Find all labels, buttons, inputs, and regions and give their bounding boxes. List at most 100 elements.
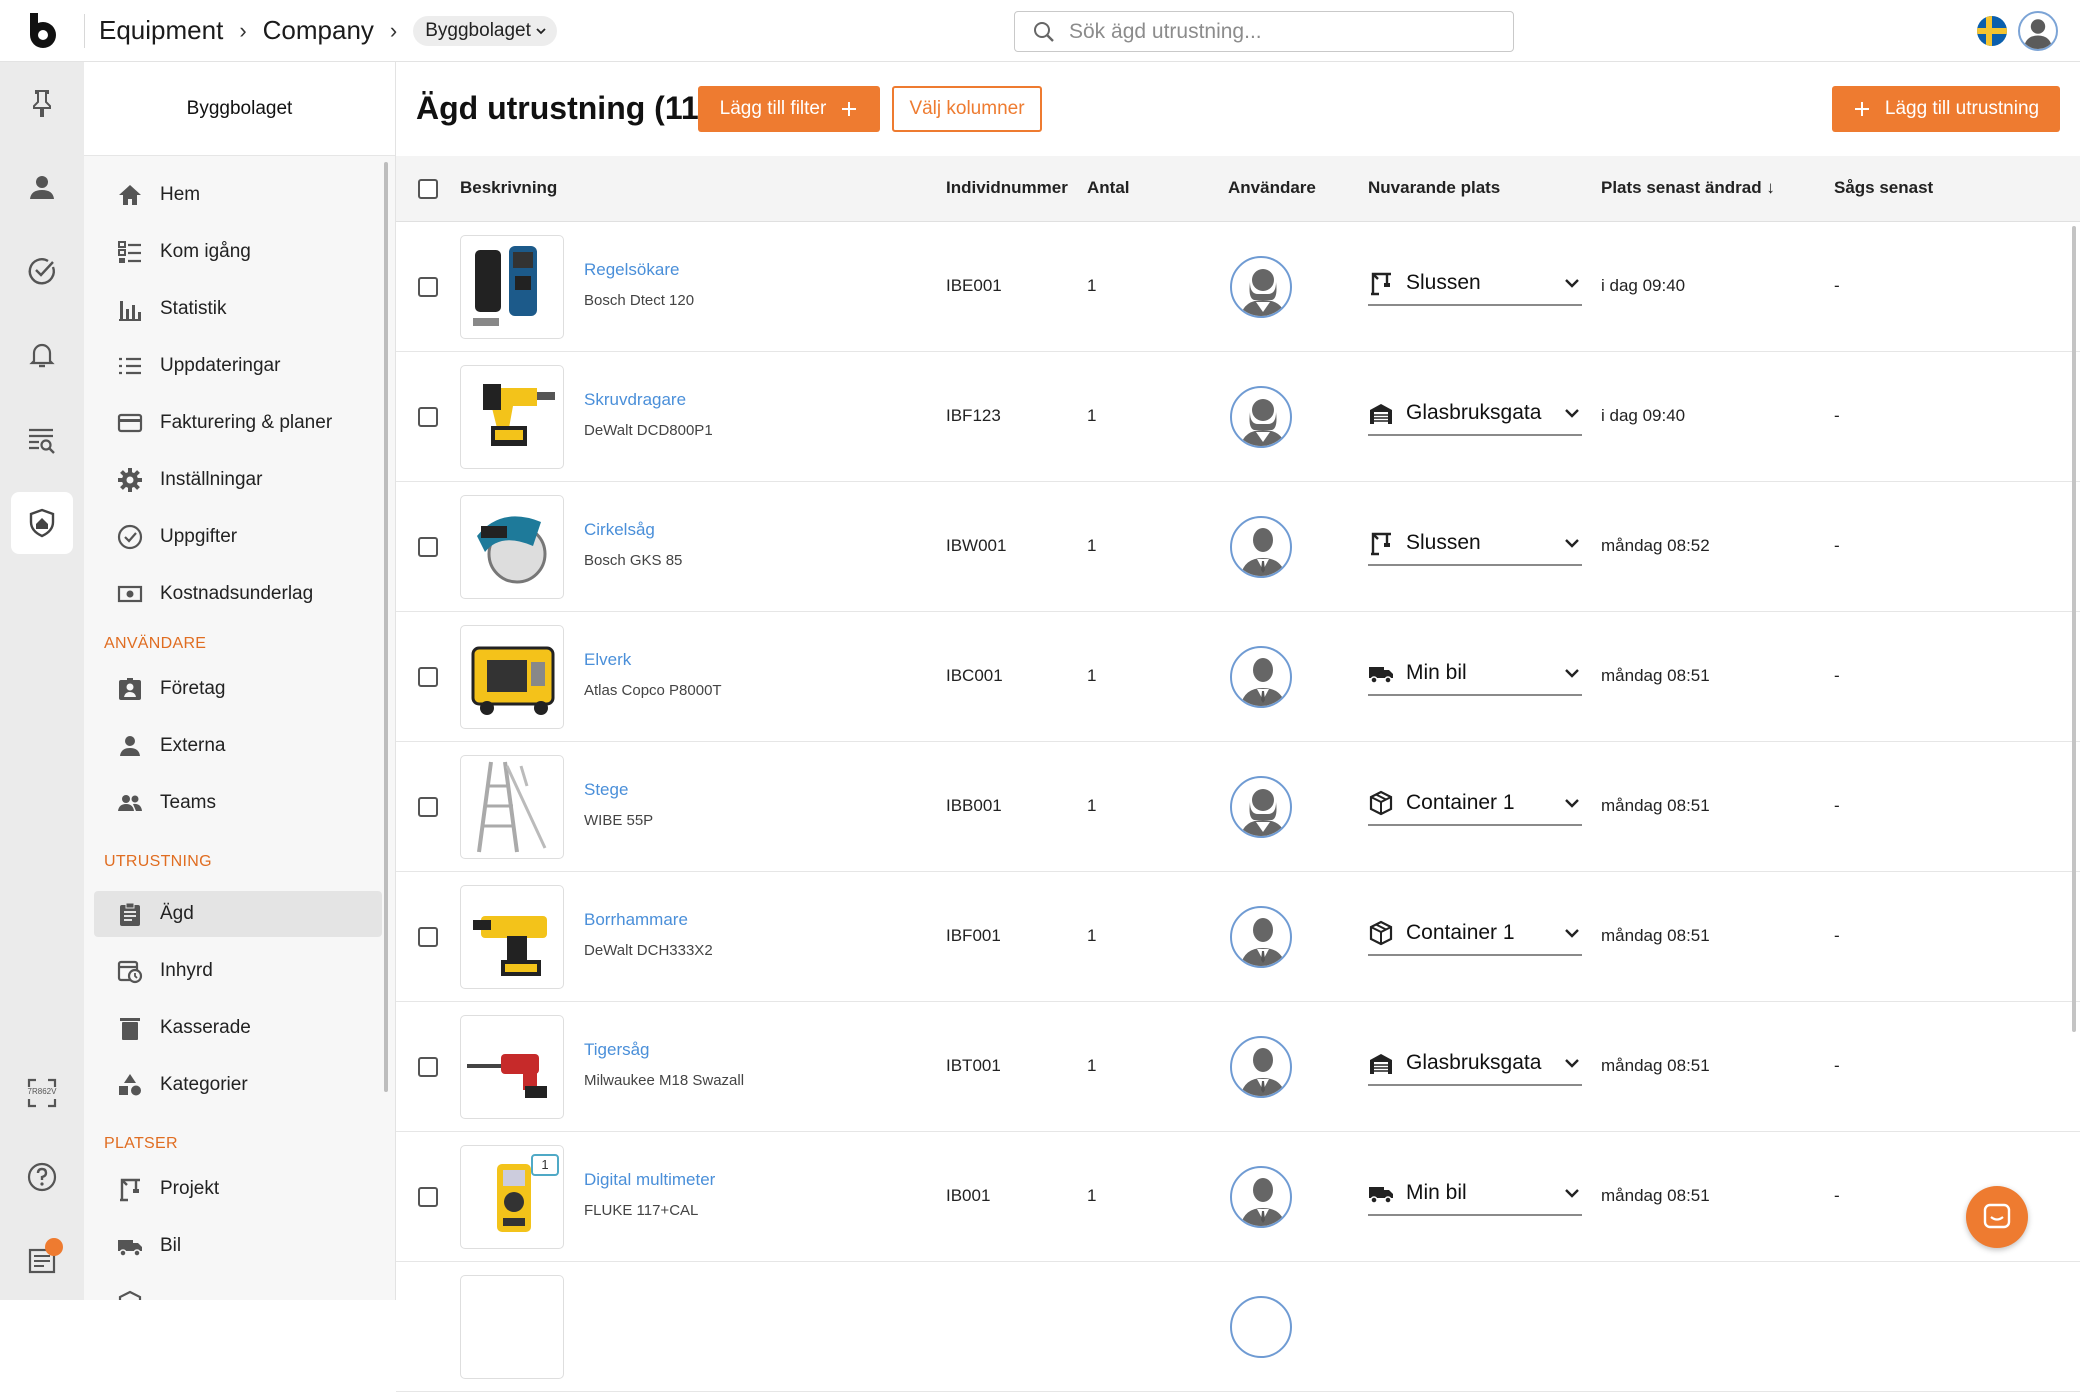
equipment-thumbnail[interactable] [460,235,564,339]
sweden-flag-icon[interactable] [1977,16,2007,46]
sidebar-item-statistik[interactable]: Statistik [94,286,382,332]
equipment-name-link[interactable]: Borrhammare [584,910,688,930]
assigned-user-avatar[interactable] [1230,1296,1292,1358]
assigned-user-avatar[interactable] [1230,386,1292,448]
main-scrollbar[interactable] [2072,226,2076,1032]
equipment-name-link[interactable]: Stege [584,780,628,800]
sidebar-scrollbar[interactable] [384,162,388,1092]
help-button[interactable] [11,1146,73,1208]
equipment-name-link[interactable]: Tigersåg [584,1040,650,1060]
equipment-name-link[interactable]: Skruvdragare [584,390,686,410]
notifications-button[interactable] [11,324,73,386]
sidebar-item-teams[interactable]: Teams [94,780,382,826]
breadcrumb-equipment[interactable]: Equipment [99,15,223,46]
search-list-button[interactable] [11,408,73,470]
location-select[interactable]: Glasbruksgata [1368,1042,1582,1086]
column-header-serial[interactable]: Individnummer [946,178,1068,198]
assigned-user-avatar[interactable] [1230,906,1292,968]
equipment-thumbnail[interactable] [460,1275,564,1379]
profile-button[interactable] [11,156,73,218]
equipment-model: Bosch Dtect 120 [584,292,695,309]
table-row[interactable]: 1 Digital multimeter FLUKE 117+CAL IB001… [396,1132,2080,1262]
row-checkbox[interactable] [418,797,438,817]
sidebar-item-partial[interactable] [94,1280,382,1300]
sidebar-item-externa[interactable]: Externa [94,723,382,769]
table-row[interactable]: Regelsökare Bosch Dtect 120 IBE001 1 Slu… [396,222,2080,352]
table-row[interactable]: Borrhammare DeWalt DCH333X2 IBF001 1 Con… [396,872,2080,1002]
sidebar-item-uppgifter[interactable]: Uppgifter [94,514,382,560]
equipment-thumbnail[interactable] [460,495,564,599]
equipment-thumbnail[interactable] [460,625,564,729]
pin-button[interactable] [11,72,73,134]
column-header-count[interactable]: Antal [1087,178,1130,198]
location-select[interactable]: Container 1 [1368,782,1582,826]
equipment-thumbnail[interactable]: 1 [460,1145,564,1249]
row-checkbox[interactable] [418,1057,438,1077]
row-checkbox[interactable] [418,927,438,947]
equipment-thumbnail[interactable] [460,755,564,859]
chat-button[interactable] [1966,1186,2028,1248]
equipment-thumbnail[interactable] [460,1015,564,1119]
sidebar-item-kategorier[interactable]: Kategorier [94,1062,382,1108]
location-select[interactable]: Slussen [1368,522,1582,566]
equipment-button[interactable] [11,492,73,554]
row-checkbox[interactable] [418,1187,438,1207]
sidebar-item-projekt[interactable]: Projekt [94,1166,382,1212]
equipment-name-link[interactable]: Regelsökare [584,260,679,280]
equipment-name-link[interactable]: Cirkelsåg [584,520,655,540]
column-header-location[interactable]: Nuvarande plats [1368,178,1500,198]
column-header-last-seen[interactable]: Sågs senast [1834,178,1933,198]
table-row[interactable]: Elverk Atlas Copco P8000T IBC001 1 Min b… [396,612,2080,742]
equipment-name-link[interactable]: Digital multimeter [584,1170,715,1190]
location-select[interactable]: Container 1 [1368,912,1582,956]
table-row[interactable]: Skruvdragare DeWalt DCD800P1 IBF123 1 Gl… [396,352,2080,482]
row-checkbox[interactable] [418,407,438,427]
add-equipment-button[interactable]: Lägg till utrustning [1832,86,2060,132]
assigned-user-avatar[interactable] [1230,776,1292,838]
sidebar-item-foretag[interactable]: Företag [94,666,382,712]
column-header-location-changed[interactable]: Plats senast ändrad ↓ [1601,178,1775,198]
sidebar-item-inhyrd[interactable]: Inhyrd [94,948,382,994]
row-checkbox[interactable] [418,667,438,687]
sidebar-item-fakturering[interactable]: Fakturering & planer [94,400,382,446]
location-select[interactable]: Slussen [1368,262,1582,306]
sidebar-item-kasserade[interactable]: Kasserade [94,1005,382,1051]
row-checkbox[interactable] [418,537,438,557]
add-filter-button[interactable]: Lägg till filter [698,86,880,132]
assigned-user-avatar[interactable] [1230,1036,1292,1098]
breadcrumb-company[interactable]: Company [263,15,374,46]
assigned-user-avatar[interactable] [1230,256,1292,318]
org-selector[interactable]: Byggbolaget [413,15,557,46]
table-row-partial[interactable] [396,1262,2080,1392]
sidebar-item-kom-igang[interactable]: Kom igång [94,229,382,275]
sidebar-item-bil[interactable]: Bil [94,1223,382,1269]
qr-scan-button[interactable]: 7R862V [11,1062,73,1124]
sidebar-item-hem[interactable]: Hem [94,172,382,218]
table-row[interactable]: Stege WIBE 55P IBB001 1 Container 1 månd… [396,742,2080,872]
column-header-user[interactable]: Användare [1228,178,1316,198]
assigned-user-avatar[interactable] [1230,516,1292,578]
choose-columns-button[interactable]: Välj kolumner [892,86,1042,132]
sidebar-item-uppdateringar[interactable]: Uppdateringar [94,343,382,389]
location-select[interactable]: Glasbruksgata [1368,392,1582,436]
assigned-user-avatar[interactable] [1230,646,1292,708]
equipment-name-link[interactable]: Elverk [584,650,631,670]
table-row[interactable]: Cirkelsåg Bosch GKS 85 IBW001 1 Slussen … [396,482,2080,612]
location-select[interactable]: Min bil [1368,652,1582,696]
sidebar-item-agd[interactable]: Ägd [94,891,382,937]
row-checkbox[interactable] [418,277,438,297]
select-all-checkbox[interactable] [418,179,438,199]
tasks-button[interactable] [11,240,73,302]
column-header-description[interactable]: Beskrivning [460,178,557,198]
sidebar-item-kostnadsunderlag[interactable]: Kostnadsunderlag [94,571,382,617]
news-button[interactable] [11,1230,73,1292]
app-logo[interactable] [0,0,84,62]
sidebar-item-installningar[interactable]: Inställningar [94,457,382,503]
user-avatar[interactable] [2018,11,2058,51]
location-select[interactable]: Min bil [1368,1172,1582,1216]
equipment-thumbnail[interactable] [460,365,564,469]
table-row[interactable]: Tigersåg Milwaukee M18 Swazall IBT001 1 … [396,1002,2080,1132]
assigned-user-avatar[interactable] [1230,1166,1292,1228]
search-input[interactable]: Sök ägd utrustning... [1014,11,1514,52]
equipment-thumbnail[interactable] [460,885,564,989]
